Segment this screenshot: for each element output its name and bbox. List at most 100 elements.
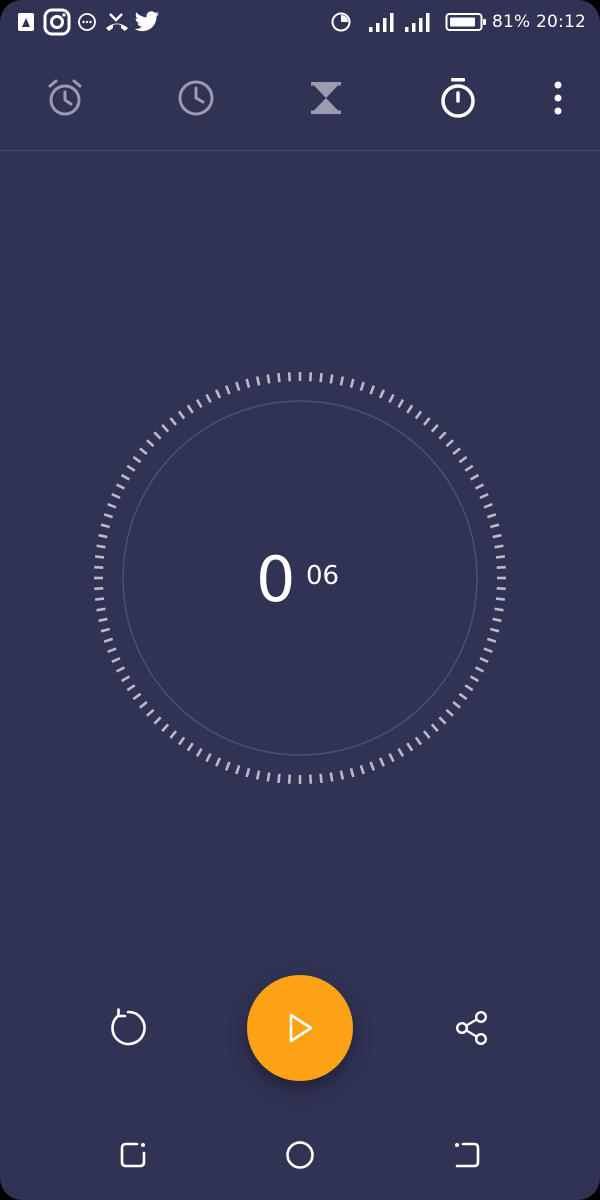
signal-icon <box>404 0 432 44</box>
dial-tick <box>469 675 480 683</box>
dial-tick <box>489 627 500 633</box>
dial-tick <box>414 736 423 746</box>
dial-tick <box>339 770 345 780</box>
dial-tick <box>161 723 170 732</box>
home-nav-button[interactable] <box>275 1130 325 1180</box>
dial-tick <box>397 398 405 409</box>
dial-tick <box>161 424 170 433</box>
dial-tick <box>111 493 121 500</box>
dial-tick <box>422 730 431 739</box>
dial-tick <box>205 393 212 404</box>
status-time: 20:12 <box>536 12 586 32</box>
dial-tick <box>329 772 334 782</box>
signal-icon <box>368 0 396 44</box>
tab-divider <box>0 150 600 151</box>
dial-tick <box>438 431 447 440</box>
dial-tick <box>177 736 186 746</box>
dial-tick <box>120 675 131 683</box>
dial-tick <box>464 684 474 692</box>
dial-tick <box>224 761 231 771</box>
dial-tick <box>430 424 439 433</box>
dial-tick <box>126 684 136 692</box>
dial-tick <box>100 627 111 633</box>
dial-tick <box>115 666 126 673</box>
dial-tick <box>479 493 489 500</box>
dial-tick <box>452 700 461 709</box>
overflow-menu-button[interactable] <box>523 60 593 136</box>
dial-tick <box>388 393 395 404</box>
dial-tick <box>489 523 500 529</box>
dial-tick <box>349 767 355 778</box>
stopwatch-readout: 0 06 <box>0 545 600 625</box>
dial-tick <box>445 708 454 717</box>
dial-tick <box>445 439 454 448</box>
dial-tick <box>103 513 114 519</box>
dial-tick <box>430 723 439 732</box>
dial-tick <box>107 502 117 509</box>
back-nav-button[interactable] <box>442 1130 492 1180</box>
dial-tick <box>132 455 142 464</box>
dial-tick <box>483 647 493 654</box>
dial-tick <box>177 410 186 420</box>
home-icon <box>286 1141 314 1169</box>
alarm-clock-icon <box>48 79 82 116</box>
dial-tick <box>329 374 334 384</box>
dial-tick <box>452 447 461 456</box>
dial-tick <box>277 372 281 383</box>
recents-nav-button[interactable] <box>108 1130 158 1180</box>
dial-tick <box>186 742 194 752</box>
dial-tick <box>319 773 323 784</box>
dial-tick <box>195 398 203 409</box>
dial-tick <box>414 410 423 420</box>
dial-tick <box>139 700 148 709</box>
dial-tick <box>369 385 376 395</box>
dial-tick <box>146 708 155 717</box>
dial-tick <box>474 666 485 673</box>
dial-tick <box>474 483 485 490</box>
dial-tick <box>146 439 155 448</box>
tab-stopwatch[interactable] <box>423 60 493 136</box>
tab-alarm[interactable] <box>30 60 100 136</box>
recents-icon <box>120 1142 146 1168</box>
tab-bar <box>0 60 600 136</box>
dial-tick <box>98 533 108 539</box>
dial-tick <box>438 716 447 725</box>
dial-tick <box>255 376 261 386</box>
dial-tick <box>406 742 414 752</box>
dial-tick <box>153 431 162 440</box>
dial-tick <box>245 378 251 389</box>
dial-tick <box>378 757 385 767</box>
dial-tick <box>492 533 502 539</box>
status-bar: 81% 20:12 <box>0 0 600 44</box>
dial-tick <box>235 764 241 775</box>
dial-tick <box>103 637 114 643</box>
dial-tick <box>120 473 131 481</box>
dial-tick <box>215 757 222 767</box>
dial-tick <box>339 376 345 386</box>
dial-tick <box>169 730 178 739</box>
reset-button[interactable] <box>100 1000 156 1056</box>
more-vert-icon <box>554 81 562 115</box>
stopwatch-screen: 81% 20:12 0 06 <box>0 0 600 1200</box>
app-drawer-icon <box>16 0 36 44</box>
instagram-icon <box>43 0 71 44</box>
tab-timer[interactable] <box>291 60 361 136</box>
dial-tick <box>266 772 271 782</box>
clock-icon <box>178 80 214 116</box>
dial-tick <box>100 523 111 529</box>
dial-tick <box>107 647 117 654</box>
dial-tick <box>235 381 241 392</box>
dial-tick <box>255 770 261 780</box>
missed-call-icon <box>104 0 130 44</box>
play-button[interactable] <box>247 975 353 1081</box>
play-icon <box>289 1013 313 1043</box>
stopwatch-hundredths: 06 <box>306 561 340 591</box>
dial-tick <box>422 417 431 426</box>
dial-tick <box>458 455 468 464</box>
dial-tick <box>349 378 355 389</box>
dial-tick <box>277 773 281 784</box>
tab-clock[interactable] <box>161 60 231 136</box>
share-button[interactable] <box>444 1000 500 1056</box>
share-icon <box>455 1010 488 1046</box>
dial-tick <box>205 752 212 763</box>
